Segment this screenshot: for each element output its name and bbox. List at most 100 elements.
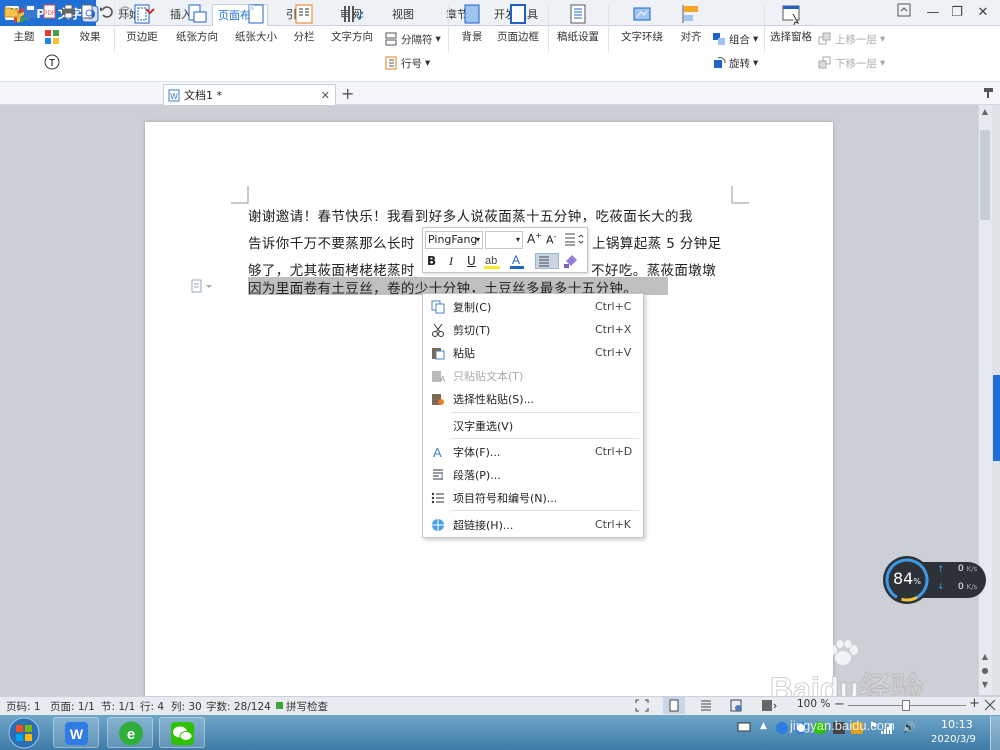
document-line-2b[interactable]: 上锅算起蒸 5 分钟足	[592, 232, 722, 252]
line-numbers-button[interactable]: 行号 ▾	[384, 54, 430, 72]
rotate-button[interactable]: 旋转 ▾	[712, 54, 758, 72]
manuscript-button[interactable]: 稿纸设置	[554, 3, 602, 53]
menu-item-paste-text[interactable]: A 只粘贴文本(T)	[423, 364, 643, 387]
status-spell-check[interactable]: 拼写检查	[286, 699, 328, 714]
close-icon[interactable]: ✕	[972, 3, 994, 23]
print-preview-icon[interactable]	[80, 4, 95, 19]
menu-item-paste-special[interactable]: 选择性粘贴(S)...	[423, 387, 643, 410]
bold-icon[interactable]: B	[427, 254, 436, 268]
highlight-icon[interactable]: ab	[483, 252, 507, 270]
undo-icon[interactable]	[99, 4, 114, 19]
collapse-ribbon-icon[interactable]	[893, 3, 915, 23]
close-tab-icon[interactable]: ✕	[321, 89, 330, 102]
selection-pane-button[interactable]: 选择窗格	[768, 3, 814, 53]
start-button-icon[interactable]	[4, 717, 44, 749]
document-tab[interactable]: W 文档1 * ✕	[163, 84, 336, 105]
taskbar-wechat-button[interactable]	[159, 717, 205, 748]
web-view-icon[interactable]	[729, 699, 743, 712]
font-color-icon[interactable]: A	[509, 252, 531, 270]
menu-item-cut[interactable]: 剪切(T) Ctrl+X	[423, 318, 643, 341]
zoom-out-icon[interactable]: −	[834, 697, 845, 712]
underline-icon[interactable]: U	[467, 254, 476, 268]
previous-page-icon[interactable]: ▲	[980, 652, 990, 662]
zoom-fit-icon[interactable]	[984, 699, 996, 711]
clock-date[interactable]: 2020/3/9	[931, 734, 976, 745]
mini-toolbar: PingFang ▾ ▾ A+ A- B I U ab A	[422, 227, 588, 273]
spell-check-icon	[276, 702, 283, 709]
clock-time[interactable]: 10:13	[941, 718, 973, 731]
outline-view-icon[interactable]	[699, 699, 713, 712]
color-scheme-button[interactable]	[44, 29, 68, 47]
volume-icon[interactable]: 🔊	[902, 721, 916, 734]
menu-item-font[interactable]: A 字体(F)... Ctrl+D	[423, 440, 643, 463]
menu-item-paste[interactable]: 粘贴 Ctrl+V	[423, 341, 643, 364]
font-name-select[interactable]: PingFang ▾	[425, 231, 483, 249]
menu-item-paragraph[interactable]: 段落(P)...	[423, 463, 643, 486]
restore-icon[interactable]: ❐	[946, 3, 968, 23]
page-view-button[interactable]	[663, 697, 685, 714]
redo-icon[interactable]	[118, 4, 133, 19]
menu-item-reselect-chars[interactable]: 汉字重选(V)	[423, 414, 643, 437]
bring-forward-button[interactable]: 上移一层 ▾	[818, 30, 885, 48]
document-line-3a[interactable]: 够了，尤其莜面栲栳栳蒸时	[248, 259, 415, 279]
zoom-slider-thumb[interactable]	[902, 700, 910, 711]
open-icon[interactable]	[4, 4, 19, 19]
keyboard-icon[interactable]	[737, 721, 751, 733]
format-brush-icon[interactable]	[563, 253, 579, 269]
paragraph-marker-icon[interactable]	[191, 279, 213, 293]
customize-toolbar-icon[interactable]	[143, 4, 158, 19]
font-size-select[interactable]: ▾	[485, 231, 523, 249]
breaks-button[interactable]: 分隔符 ▾	[384, 30, 441, 48]
wrap-text-button[interactable]: 文字环绕	[614, 3, 670, 53]
page-border-button[interactable]: 页面边框	[494, 3, 542, 53]
print-icon[interactable]	[61, 4, 76, 19]
quick-access-bar	[0, 82, 1000, 105]
font-scheme-icon: T	[44, 54, 60, 70]
menu-item-hyperlink[interactable]: 超链接(H)... Ctrl+K	[423, 513, 643, 536]
status-word-count[interactable]: 字数: 28/124	[206, 699, 271, 714]
new-tab-icon[interactable]: +	[341, 84, 354, 103]
fullscreen-icon[interactable]	[635, 699, 649, 712]
menu-item-copy[interactable]: 复制(C) Ctrl+C	[423, 295, 643, 318]
bring-forward-icon	[818, 32, 831, 45]
zoom-level[interactable]: 100 %	[797, 698, 830, 710]
grow-font-icon[interactable]: A+	[527, 231, 542, 246]
minimize-icon[interactable]: —	[922, 3, 944, 23]
save-icon[interactable]	[23, 4, 38, 19]
format-painter-icon[interactable]	[982, 86, 996, 100]
select-browse-object-icon[interactable]: ●	[980, 666, 990, 676]
group-button[interactable]: 组合 ▾	[712, 30, 758, 48]
text-direction-button[interactable]: A 文字方向	[324, 3, 380, 53]
taskbar-wps-button[interactable]: W	[53, 717, 99, 748]
memory-percent: 84	[893, 569, 914, 588]
show-desktop-button[interactable]	[990, 716, 1000, 750]
page-size-button[interactable]: 纸张大小	[228, 3, 284, 53]
font-scheme-button[interactable]: T	[44, 54, 68, 72]
side-panel-toggle[interactable]	[993, 375, 1000, 461]
shrink-font-icon[interactable]: A-	[546, 232, 556, 247]
tray-expand-icon[interactable]: ▲	[760, 721, 767, 731]
document-line-1[interactable]: 谢谢邀请！春节快乐！我看到好多人说莜面蒸十五分钟，吃莜面长大的我	[248, 205, 693, 225]
scroll-up-icon[interactable]: ▲	[980, 107, 990, 117]
scroll-thumb[interactable]	[980, 130, 990, 220]
send-backward-button[interactable]: 下移一层 ▾	[818, 54, 885, 72]
tray-shield-icon[interactable]	[776, 722, 788, 734]
align-button[interactable]: 对齐	[674, 3, 708, 53]
menu-item-bullets[interactable]: 项目符号和编号(N)...	[423, 486, 643, 509]
document-line-3b[interactable]: 不好吃。蒸莜面墩墩	[591, 259, 716, 279]
background-button[interactable]: 背景	[454, 3, 490, 53]
line-spacing-icon[interactable]	[563, 231, 585, 247]
svg-text:A: A	[358, 9, 363, 23]
tab-view[interactable]: 视图	[382, 4, 424, 26]
network-speed-widget[interactable]: 84% ↑ ↓ 0 K/s 0 K/s	[882, 555, 986, 605]
reading-view-icon[interactable]	[760, 699, 778, 712]
export-pdf-icon[interactable]: PDF	[42, 4, 57, 19]
taskbar-browser-button[interactable]: e	[107, 717, 153, 748]
next-page-icon[interactable]: ▼	[980, 680, 990, 690]
italic-icon[interactable]: I	[449, 254, 453, 269]
columns-button[interactable]: 分栏	[287, 3, 321, 53]
zoom-in-icon[interactable]: +	[969, 696, 980, 711]
orientation-button[interactable]: 纸张方向	[168, 3, 226, 53]
align-paragraph-icon[interactable]	[535, 253, 559, 269]
document-line-2a[interactable]: 告诉你千万不要蒸那么长时	[248, 232, 415, 252]
